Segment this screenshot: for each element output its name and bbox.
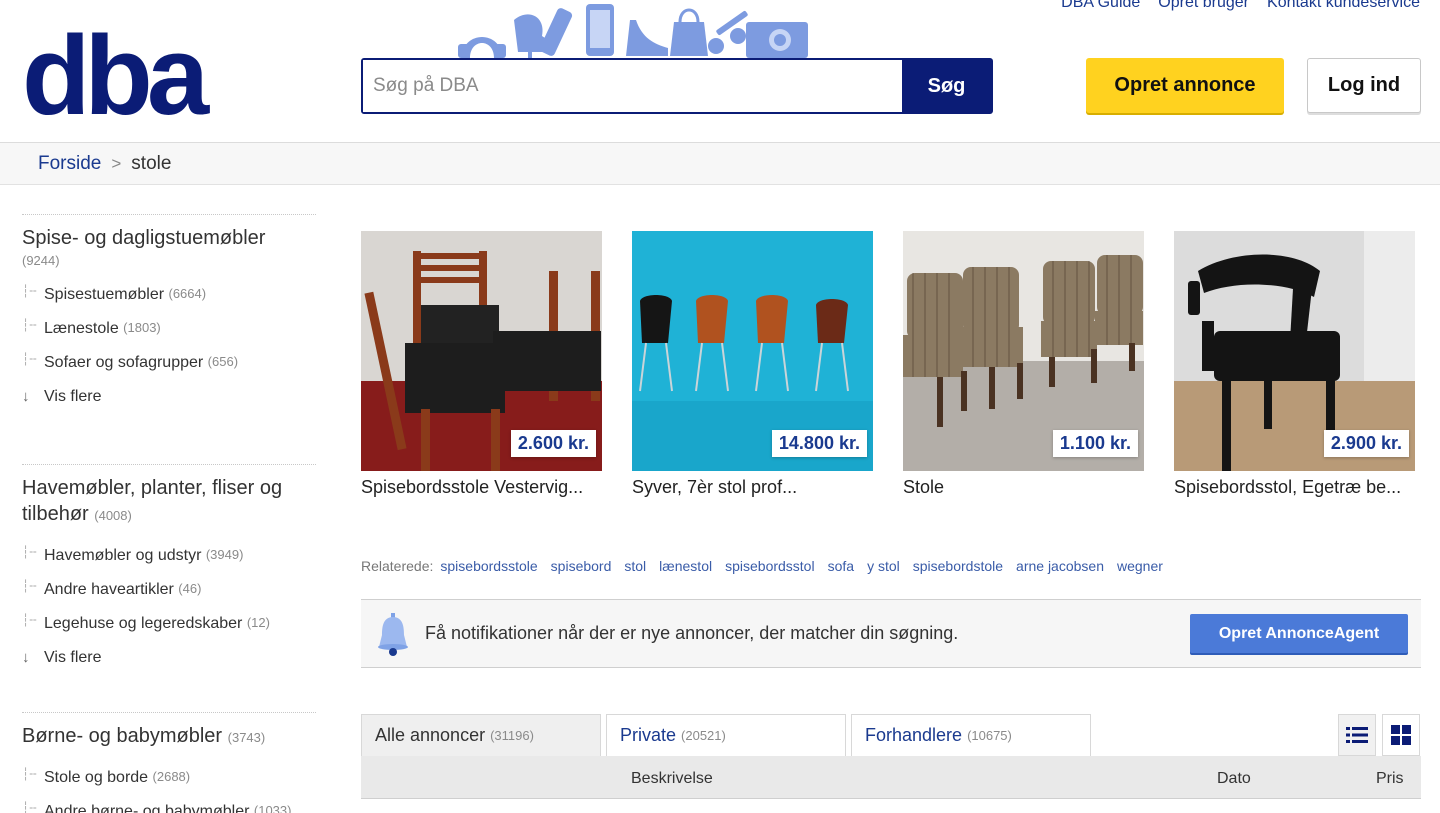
top-links: DBA Guide Opret bruger Kontakt kundeserv… <box>1061 0 1420 12</box>
grid-view-button[interactable] <box>1382 714 1420 756</box>
subcategory-item[interactable]: ┆╌ Havemøbler og udstyr (3949) <box>22 545 316 581</box>
create-search-agent-button[interactable]: Opret AnnonceAgent <box>1190 614 1408 653</box>
list-view-icon <box>1346 727 1368 743</box>
create-ad-button[interactable]: Opret annonce <box>1086 58 1284 113</box>
related-link[interactable]: spisebordsstole <box>440 558 537 574</box>
listing-title[interactable]: Syver, 7èr stol prof... <box>632 477 873 498</box>
search-button[interactable]: Søg <box>902 60 991 112</box>
listing-card[interactable]: 1.100 kr. Stole <box>903 231 1144 498</box>
results-table-header: Beskrivelse Dato Pris <box>361 756 1421 799</box>
tab-dealers[interactable]: Forhandlere (10675) <box>851 714 1091 756</box>
related-link[interactable]: spisebordstole <box>913 558 1003 574</box>
listing-image[interactable]: 2.600 kr. <box>361 231 602 471</box>
breadcrumb-home-link[interactable]: Forside <box>38 153 101 175</box>
column-header-date[interactable]: Dato <box>1217 770 1251 788</box>
create-user-link[interactable]: Opret bruger <box>1158 0 1249 12</box>
search-bar: Søg <box>361 58 993 114</box>
arrow-down-icon: ↓ <box>22 388 30 405</box>
listing-card[interactable]: 14.800 kr. Syver, 7èr stol prof... <box>632 231 873 498</box>
column-header-price[interactable]: Pris <box>1376 770 1404 788</box>
featured-listings: 2.600 kr. Spisebordsstole Vestervig... 1… <box>361 231 1421 498</box>
price-tag: 14.800 kr. <box>771 430 867 457</box>
breadcrumb-current: stole <box>131 152 172 174</box>
tab-all-ads[interactable]: Alle annoncer (31196) <box>361 714 601 756</box>
grid-view-icon <box>1391 725 1411 745</box>
subcategory-list: ┆╌ Spisestuemøbler (6664) ┆╌ Lænestole (18… <box>22 284 316 422</box>
subcategory-item[interactable]: ┆╌ Sofaer og sofagrupper (656) <box>22 352 316 388</box>
related-link[interactable]: spisebord <box>551 558 612 574</box>
related-searches: Relaterede: spisebordsstole spisebord st… <box>361 558 1163 574</box>
site-header: dba DBA Guide Opret bruger Kontakt kunde… <box>0 0 1440 143</box>
column-header-description[interactable]: Beskrivelse <box>631 770 713 788</box>
listing-card[interactable]: 2.600 kr. Spisebordsstole Vestervig... <box>361 231 602 498</box>
customer-service-link[interactable]: Kontakt kundeservice <box>1267 0 1420 12</box>
listing-filter-tabs: Alle annoncer (31196) Private (20521) Forh… <box>361 714 1091 756</box>
subcategory-item[interactable]: ┆╌ Andre haveartikler (46) <box>22 579 316 615</box>
subcategory-item[interactable]: ┆╌ Stole og borde (2688) <box>22 767 316 803</box>
subcategory-list: ┆╌ Stole og borde (2688) ┆╌ Andre børne- o… <box>22 767 316 813</box>
price-tag: 2.900 kr. <box>1323 430 1409 457</box>
price-tag: 1.100 kr. <box>1052 430 1138 457</box>
related-link[interactable]: arne jacobsen <box>1016 558 1104 574</box>
price-tag: 2.600 kr. <box>510 430 596 457</box>
listing-image[interactable]: 14.800 kr. <box>632 231 873 471</box>
bell-icon <box>378 612 408 656</box>
related-link[interactable]: y stol <box>867 558 900 574</box>
search-agent-banner: Få notifikationer når der er nye annonce… <box>361 599 1421 668</box>
listing-title[interactable]: Spisebordsstol, Egetræ be... <box>1174 477 1415 498</box>
category-group: Havemøbler, planter, fliser og tilbehør … <box>22 464 316 712</box>
category-sidebar: Spise- og dagligstuemøbler (9244) ┆╌ Spis… <box>22 214 316 813</box>
related-link[interactable]: wegner <box>1117 558 1163 574</box>
dba-logo[interactable]: dba <box>22 30 222 120</box>
subcategory-item[interactable]: ┆╌ Legehuse og legeredskaber (12) <box>22 613 316 649</box>
tab-private[interactable]: Private (20521) <box>606 714 846 756</box>
related-link[interactable]: stol <box>624 558 646 574</box>
category-title[interactable]: Spise- og dagligstuemøbler <box>22 225 316 251</box>
show-more-link[interactable]: ↓ Vis flere <box>22 649 316 683</box>
guide-link[interactable]: DBA Guide <box>1061 0 1140 12</box>
subcategory-item[interactable]: ┆╌ Spisestuemøbler (6664) <box>22 284 316 320</box>
arrow-down-icon: ↓ <box>22 649 30 666</box>
listing-card[interactable]: 2.900 kr. Spisebordsstol, Egetræ be... <box>1174 231 1415 498</box>
related-label: Relaterede: <box>361 558 434 574</box>
notification-text: Få notifikationer når der er nye annonce… <box>425 623 959 643</box>
related-link[interactable]: lænestol <box>659 558 712 574</box>
search-input[interactable] <box>363 60 902 112</box>
subcategory-item[interactable]: ┆╌ Lænestole (1803) <box>22 318 316 354</box>
tree-branch-icon: ┆╌ <box>22 284 37 298</box>
tree-branch-icon: ┆╌ <box>22 767 37 781</box>
listing-image[interactable]: 2.900 kr. <box>1174 231 1415 471</box>
tree-branch-icon: ┆╌ <box>22 801 37 813</box>
related-link[interactable]: sofa <box>828 558 854 574</box>
related-link[interactable]: spisebordsstol <box>725 558 815 574</box>
list-view-button[interactable] <box>1338 714 1376 756</box>
category-title[interactable]: Havemøbler, planter, fliser og tilbehør … <box>22 475 316 529</box>
tree-branch-icon: ┆╌ <box>22 545 37 559</box>
login-button[interactable]: Log ind <box>1307 58 1421 113</box>
tree-branch-icon: ┆╌ <box>22 579 37 593</box>
tree-branch-icon: ┆╌ <box>22 613 37 627</box>
listing-title[interactable]: Stole <box>903 477 1144 498</box>
listing-title[interactable]: Spisebordsstole Vestervig... <box>361 477 602 498</box>
hero-illustration-icons <box>458 4 808 58</box>
breadcrumb: Forside > stole <box>0 143 1440 185</box>
breadcrumb-separator: > <box>111 153 122 173</box>
tree-branch-icon: ┆╌ <box>22 352 37 366</box>
category-count: (9244) <box>22 253 60 268</box>
listing-image[interactable]: 1.100 kr. <box>903 231 1144 471</box>
svg-text:dba: dba <box>22 30 210 120</box>
show-more-link[interactable]: ↓ Vis flere <box>22 388 316 422</box>
subcategory-item[interactable]: ┆╌ Andre børne- og babymøbler (1033) <box>22 801 316 813</box>
category-group: Spise- og dagligstuemøbler (9244) ┆╌ Spis… <box>22 214 316 464</box>
category-group: Børne- og babymøbler (3743) ┆╌ Stole og b… <box>22 712 316 813</box>
tree-branch-icon: ┆╌ <box>22 318 37 332</box>
subcategory-list: ┆╌ Havemøbler og udstyr (3949) ┆╌ Andre ha… <box>22 545 316 683</box>
category-title[interactable]: Børne- og babymøbler (3743) <box>22 723 316 751</box>
